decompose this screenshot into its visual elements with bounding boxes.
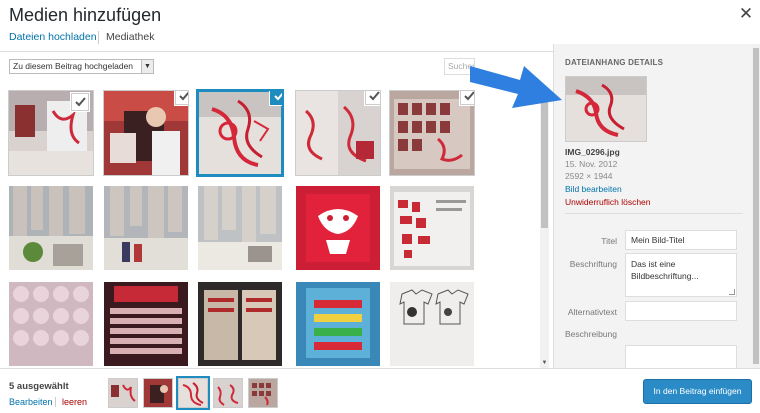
media-thumbnail[interactable] (296, 186, 380, 270)
resize-handle-icon[interactable] (729, 289, 735, 295)
selection-thumbnail-current[interactable] (176, 376, 210, 410)
checkmark-icon[interactable] (175, 91, 188, 105)
clear-selection-link[interactable]: leeren (62, 397, 87, 407)
arrow-annotation-icon (470, 66, 562, 108)
attachment-filter-select[interactable]: Zu diesem Beitrag hochgeladen ▼ (9, 59, 154, 74)
media-thumbnail[interactable] (390, 282, 474, 366)
details-thumbnail (565, 76, 647, 142)
file-date: 15. Nov. 2012 (565, 159, 618, 169)
media-thumbnail[interactable] (198, 282, 282, 366)
selection-count: 5 ausgewählt (9, 381, 69, 392)
tab-upload-files[interactable]: Dateien hochladen (9, 31, 97, 43)
close-icon[interactable]: ✕ (736, 4, 756, 24)
grid-scrollbar-thumb[interactable] (541, 100, 548, 228)
caption-label: Beschriftung (569, 259, 617, 269)
media-thumbnail[interactable] (103, 90, 189, 176)
caption-text: Das ist eine Bildbeschriftung... (631, 259, 699, 281)
alt-text-label: Alternativtext (567, 307, 617, 317)
media-thumbnail-current[interactable] (196, 89, 284, 177)
scroll-down-icon[interactable]: ▼ (540, 360, 549, 366)
sidebar-scrollbar-thumb[interactable] (753, 48, 759, 364)
description-textarea[interactable] (625, 345, 737, 368)
media-thumbnail[interactable] (9, 186, 93, 270)
media-thumbnail[interactable] (104, 282, 188, 366)
insert-into-post-button[interactable]: In den Beitrag einfügen (643, 379, 752, 404)
checkmark-icon[interactable] (71, 93, 89, 111)
alt-text-field[interactable] (625, 301, 737, 321)
selection-separator (55, 397, 56, 407)
media-thumbnail[interactable] (296, 282, 380, 366)
edit-selection-link[interactable]: Bearbeiten (9, 397, 53, 407)
details-heading: DATEIANHANG DETAILS (565, 58, 664, 67)
media-thumbnail[interactable] (9, 282, 93, 366)
media-thumbnail[interactable] (104, 186, 188, 270)
description-label: Beschreibung (565, 329, 617, 339)
tab-media-library[interactable]: Mediathek (106, 31, 154, 43)
checkmark-icon[interactable] (270, 91, 282, 105)
title-label: Titel (601, 236, 617, 246)
selection-thumbnail[interactable] (213, 378, 243, 408)
selection-thumbnail[interactable] (108, 378, 138, 408)
details-divider (565, 213, 743, 214)
media-thumbnail[interactable] (198, 186, 282, 270)
title-field[interactable]: Mein Bild-Titel (625, 230, 737, 250)
media-thumbnail[interactable] (295, 90, 381, 176)
edit-image-link[interactable]: Bild bearbeiten (565, 184, 622, 194)
delete-permanently-link[interactable]: Unwiderruflich löschen (565, 197, 651, 207)
media-thumbnail[interactable] (390, 186, 474, 270)
chevron-down-icon[interactable]: ▼ (141, 60, 153, 73)
modal-title: Medien hinzufügen (9, 5, 162, 25)
caption-textarea[interactable]: Das ist eine Bildbeschriftung... (625, 253, 737, 297)
media-thumbnail[interactable] (8, 90, 94, 176)
selection-thumbnail[interactable] (143, 378, 173, 408)
menu-separator (98, 31, 99, 44)
media-thumbnail[interactable] (389, 90, 475, 176)
filter-selected-value: Zu diesem Beitrag hochgeladen (13, 61, 134, 71)
file-name: IMG_0296.jpg (565, 147, 620, 157)
checkmark-icon[interactable] (365, 91, 380, 105)
selection-thumbnail[interactable] (248, 378, 278, 408)
file-dimensions: 2592 × 1944 (565, 171, 613, 181)
